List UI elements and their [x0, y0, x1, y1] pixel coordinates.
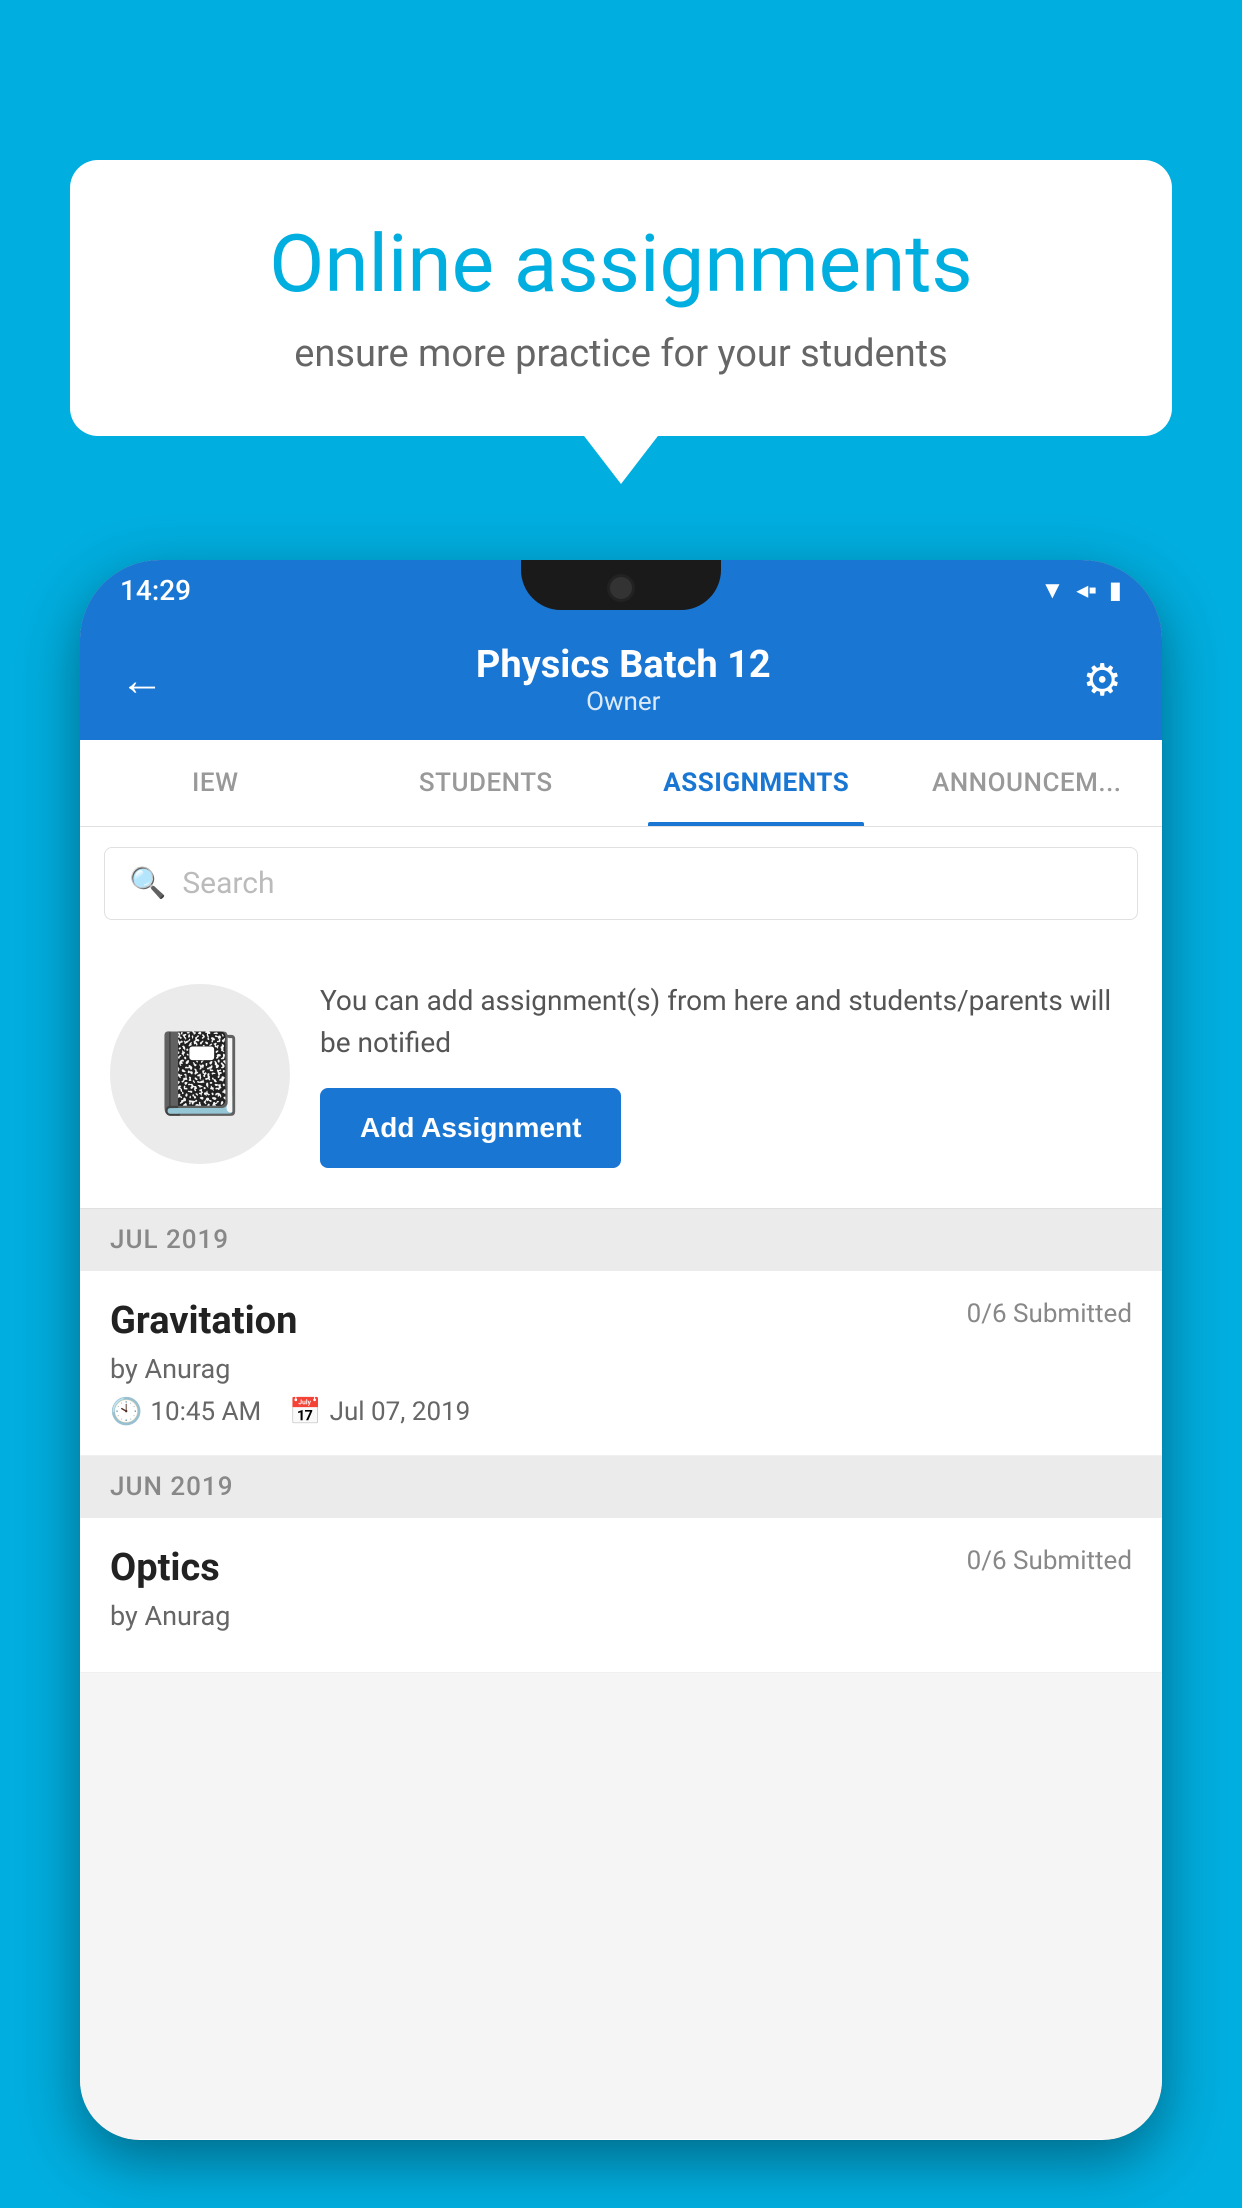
add-assignment-right: You can add assignment(s) from here and … [320, 980, 1132, 1168]
header-subtitle: Owner [476, 687, 771, 717]
speech-bubble-subtitle: ensure more practice for your students [150, 332, 1092, 376]
assignment-top-row: Gravitation 0/6 Submitted [110, 1299, 1132, 1343]
speech-bubble-title: Online assignments [150, 220, 1092, 308]
tab-assignments[interactable]: ASSIGNMENTS [621, 740, 892, 826]
header-title-block: Physics Batch 12 Owner [476, 643, 771, 717]
assignment-item-gravitation[interactable]: Gravitation 0/6 Submitted by Anurag 🕙 10… [80, 1271, 1162, 1456]
phone-notch [521, 560, 721, 610]
section-header-jul: JUL 2019 [80, 1209, 1162, 1271]
assignment-author-gravitation: by Anurag [110, 1353, 1132, 1385]
status-icons: ▼ ◂▪ ▮ [1040, 576, 1122, 605]
assignment-icon-circle: 📓 [110, 984, 290, 1164]
phone-screen: 14:29 ▼ ◂▪ ▮ ← Physics Batch 12 Owner ⚙ [80, 560, 1162, 2140]
wifi-icon: ▼ [1040, 576, 1064, 605]
assignment-submitted-gravitation: 0/6 Submitted [967, 1299, 1132, 1329]
section-header-jun: JUN 2019 [80, 1456, 1162, 1518]
assignment-item-optics[interactable]: Optics 0/6 Submitted by Anurag [80, 1518, 1162, 1673]
assignment-title-optics: Optics [110, 1546, 220, 1590]
add-assignment-button[interactable]: Add Assignment [320, 1088, 621, 1168]
phone-mockup: 14:29 ▼ ◂▪ ▮ ← Physics Batch 12 Owner ⚙ [80, 560, 1162, 2140]
clock-icon: 🕙 [110, 1397, 142, 1427]
search-placeholder: Search [182, 866, 274, 901]
assignment-author-optics: by Anurag [110, 1600, 1132, 1632]
search-icon: 🔍 [129, 866, 166, 901]
status-time: 14:29 [120, 574, 191, 607]
tabs-bar: IEW STUDENTS ASSIGNMENTS ANNOUNCEM... [80, 740, 1162, 827]
assignment-top-row-optics: Optics 0/6 Submitted [110, 1546, 1132, 1590]
assignment-time-gravitation: 🕙 10:45 AM [110, 1397, 261, 1427]
battery-icon: ▮ [1109, 576, 1122, 604]
tab-iew[interactable]: IEW [80, 740, 351, 826]
assignment-meta-gravitation: 🕙 10:45 AM 📅 Jul 07, 2019 [110, 1397, 1132, 1427]
tab-announcements[interactable]: ANNOUNCEM... [892, 740, 1163, 826]
phone-camera [607, 574, 635, 602]
calendar-icon: 📅 [289, 1397, 321, 1427]
assignment-date-gravitation: 📅 Jul 07, 2019 [289, 1397, 470, 1427]
assignment-title-gravitation: Gravitation [110, 1299, 297, 1343]
settings-icon[interactable]: ⚙ [1083, 654, 1122, 706]
tab-students[interactable]: STUDENTS [351, 740, 622, 826]
search-container: 🔍 Search [80, 827, 1162, 940]
speech-bubble: Online assignments ensure more practice … [70, 160, 1172, 436]
notebook-icon: 📓 [150, 1027, 250, 1121]
add-assignment-card: 📓 You can add assignment(s) from here an… [80, 940, 1162, 1209]
back-button[interactable]: ← [120, 654, 164, 706]
add-assignment-description: You can add assignment(s) from here and … [320, 980, 1132, 1064]
signal-icon: ◂▪ [1076, 576, 1097, 605]
phone-wrapper: 14:29 ▼ ◂▪ ▮ ← Physics Batch 12 Owner ⚙ [80, 560, 1162, 2208]
speech-bubble-container: Online assignments ensure more practice … [70, 160, 1172, 436]
assignment-submitted-optics: 0/6 Submitted [967, 1546, 1132, 1576]
header-title: Physics Batch 12 [476, 643, 771, 687]
app-header: ← Physics Batch 12 Owner ⚙ [80, 620, 1162, 740]
screen-content: 🔍 Search 📓 You can add assignment(s) fro… [80, 827, 1162, 2139]
search-bar[interactable]: 🔍 Search [104, 847, 1138, 920]
